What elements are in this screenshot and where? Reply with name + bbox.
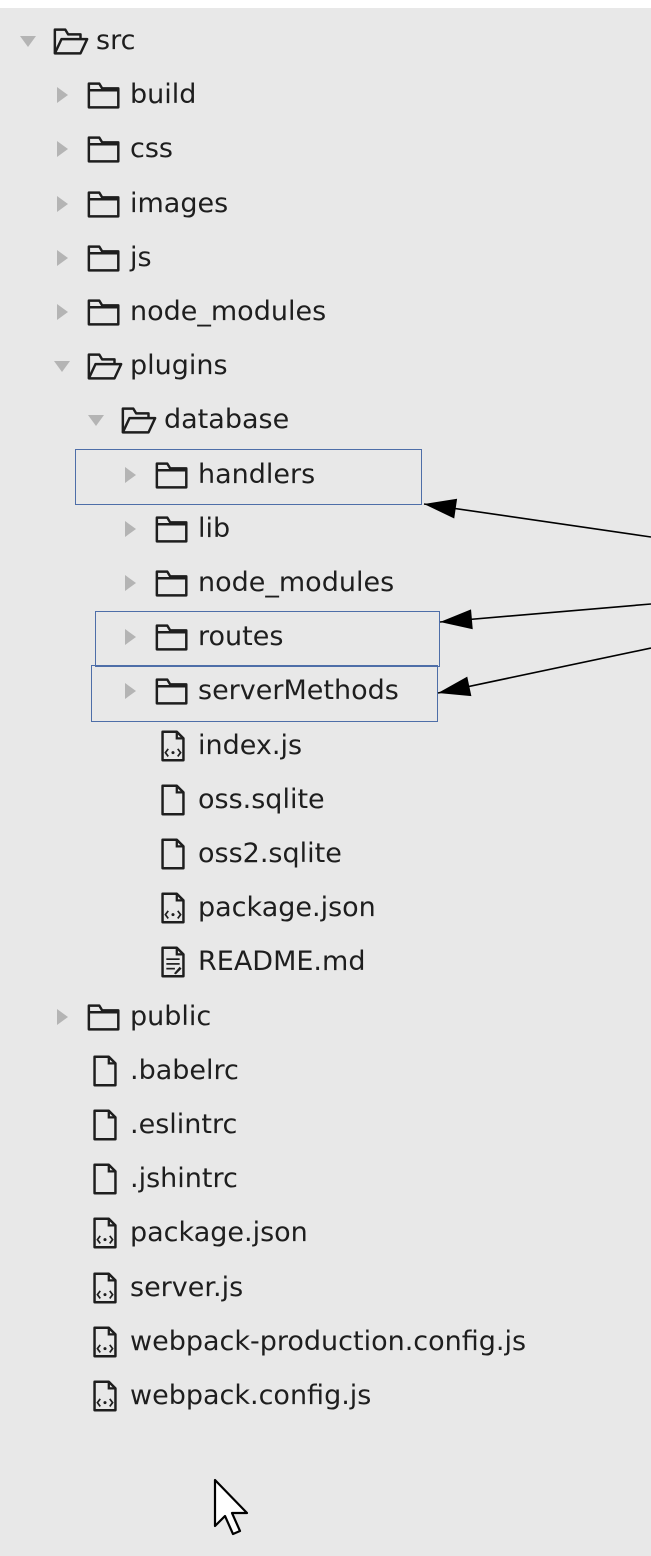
tree-item-src[interactable]: src xyxy=(0,14,651,68)
file-icon xyxy=(86,1053,124,1089)
folder-open-icon xyxy=(120,402,158,438)
folder-icon xyxy=(86,186,124,222)
file-tree: src build css images js node_modules plu… xyxy=(0,8,651,1556)
chevron-right-icon[interactable] xyxy=(48,177,76,231)
tree-item-oss2-sqlite[interactable]: oss2.sqlite xyxy=(0,827,651,881)
tree-item-label: js xyxy=(130,241,152,273)
chevron-down-icon[interactable] xyxy=(48,339,76,393)
tree-item-label: plugins xyxy=(130,350,228,382)
code-file-icon xyxy=(86,1270,124,1306)
folder-icon xyxy=(86,999,124,1035)
tree-item-label: oss2.sqlite xyxy=(198,838,342,869)
tree-item-package-json[interactable]: package.json xyxy=(0,1206,651,1260)
tree-item-label: oss.sqlite xyxy=(198,783,325,815)
chevron-right-icon[interactable] xyxy=(48,285,76,339)
chevron-right-icon[interactable] xyxy=(116,502,144,556)
folder-icon xyxy=(154,565,192,601)
code-file-icon xyxy=(154,728,192,764)
tree-item-readme-md[interactable]: README.md xyxy=(0,935,651,989)
tree-item-images[interactable]: images xyxy=(0,177,651,231)
tree-item-webpack-config-js[interactable]: webpack.config.js xyxy=(0,1369,651,1423)
tree-item-label: webpack.config.js xyxy=(130,1380,372,1411)
tree-item-label: build xyxy=(130,79,197,111)
folder-icon xyxy=(86,77,124,113)
file-icon xyxy=(154,782,192,818)
code-file-icon xyxy=(154,890,192,926)
folder-open-icon xyxy=(86,348,124,384)
folder-icon xyxy=(154,511,192,547)
tree-item-build[interactable]: build xyxy=(0,68,651,122)
highlight-box xyxy=(95,611,440,668)
tree-item-label: package.json xyxy=(130,1217,308,1249)
chevron-down-icon[interactable] xyxy=(82,393,110,447)
tree-item-label: src xyxy=(96,25,136,56)
tree-item-webpack-production-config-js[interactable]: webpack-production.config.js xyxy=(0,1315,651,1369)
tree-item-label: webpack-production.config.js xyxy=(130,1325,527,1357)
tree-item-label: server.js xyxy=(130,1271,244,1303)
tree-item-database-node-modules[interactable]: node_modules xyxy=(0,556,651,610)
file-icon xyxy=(86,1107,124,1143)
tree-item-babelrc[interactable]: .babelrc xyxy=(0,1044,651,1098)
tree-item-label: node_modules xyxy=(198,567,395,598)
tree-item-label: public xyxy=(130,1000,212,1032)
chevron-right-icon[interactable] xyxy=(48,122,76,176)
folder-icon xyxy=(86,131,124,167)
tree-item-label: index.js xyxy=(198,729,303,761)
tree-item-css[interactable]: css xyxy=(0,122,651,176)
tree-item-label: .eslintrc xyxy=(130,1109,238,1140)
tree-item-public[interactable]: public xyxy=(0,990,651,1044)
tree-item-lib[interactable]: lib xyxy=(0,502,651,556)
tree-item-label: .jshintrc xyxy=(130,1163,238,1195)
chevron-right-icon[interactable] xyxy=(116,556,144,610)
folder-icon xyxy=(86,240,124,276)
chevron-right-icon[interactable] xyxy=(48,68,76,122)
code-file-icon xyxy=(86,1215,124,1251)
tree-item-label: node_modules xyxy=(130,296,327,327)
tree-item-oss-sqlite[interactable]: oss.sqlite xyxy=(0,773,651,827)
highlight-box xyxy=(75,448,422,505)
code-file-icon xyxy=(86,1378,124,1414)
folder-open-icon xyxy=(52,23,90,59)
text-file-icon xyxy=(154,944,192,980)
tree-item-label: css xyxy=(130,133,173,165)
highlight-box xyxy=(91,665,438,722)
chevron-right-icon[interactable] xyxy=(48,990,76,1044)
tree-item-js[interactable]: js xyxy=(0,231,651,285)
code-file-icon xyxy=(86,1324,124,1360)
tree-item-plugins[interactable]: plugins xyxy=(0,339,651,393)
file-icon xyxy=(86,1161,124,1197)
tree-item-node-modules[interactable]: node_modules xyxy=(0,285,651,339)
mouse-pointer-icon xyxy=(213,1478,249,1536)
tree-item-label: README.md xyxy=(198,946,366,978)
tree-item-label: package.json xyxy=(198,892,376,924)
tree-item-label: images xyxy=(130,187,229,219)
tree-item-database[interactable]: database xyxy=(0,393,651,447)
file-icon xyxy=(154,836,192,872)
chevron-right-icon[interactable] xyxy=(48,231,76,285)
tree-item-label: database xyxy=(164,404,290,436)
tree-item-eslintrc[interactable]: .eslintrc xyxy=(0,1098,651,1152)
tree-item-server-js[interactable]: server.js xyxy=(0,1261,651,1315)
tree-item-jshintrc[interactable]: .jshintrc xyxy=(0,1152,651,1206)
tree-item-label: .babelrc xyxy=(130,1054,239,1086)
tree-item-database-package-json[interactable]: package.json xyxy=(0,881,651,935)
chevron-down-icon[interactable] xyxy=(14,14,42,68)
tree-item-label: lib xyxy=(198,512,231,544)
tree-item-index-js[interactable]: index.js xyxy=(0,719,651,773)
folder-icon xyxy=(86,294,124,330)
